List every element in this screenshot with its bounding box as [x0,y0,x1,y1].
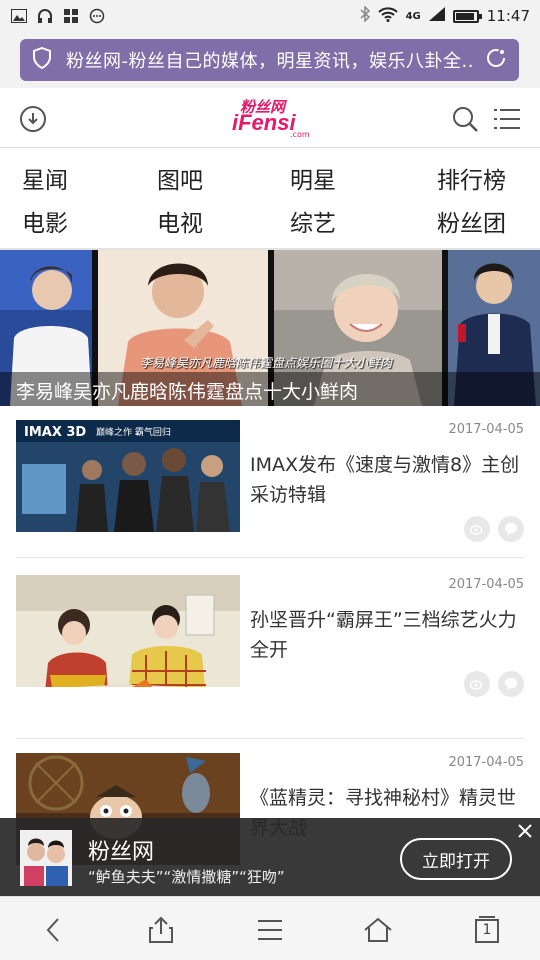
nav-item-tv[interactable]: 电视 [157,204,203,238]
article-date: 2017-04-05 [448,422,524,437]
nav-item-fanclub[interactable]: 粉丝团 [437,204,506,238]
article-date: 2017-04-05 [448,577,524,592]
article-thumbnail[interactable]: IMAX 3D 巅峰之作 霸气回归 [16,420,240,532]
share-icon[interactable] [144,913,178,947]
browser-url-area: 粉丝网-粉丝自己的媒体，明星资讯，娱乐八卦全... [0,32,540,88]
chat-notification-icon [88,8,106,24]
comment-icon[interactable] [498,671,524,697]
back-icon[interactable] [36,913,70,947]
close-icon[interactable] [516,822,534,840]
status-bar: 4G 11:47 [0,0,540,32]
search-icon[interactable] [452,106,478,136]
bluetooth-icon [360,5,370,26]
article-item[interactable]: IMAX 3D 巅峰之作 霸气回归 2017-04-05 IMAX发布《速度与激情… [16,420,524,560]
headline-carousel[interactable]: 李易峰吴亦凡鹿晗陈伟霆盘点娱乐圈十大小鲜肉 李易峰吴亦凡鹿晗陈伟霆盘点十大小鲜肉 [0,250,540,406]
carousel-caption[interactable]: 李易峰吴亦凡鹿晗陈伟霆盘点十大小鲜肉 [16,377,358,404]
browser-toolbar: 1 [0,896,540,960]
url-bar[interactable]: 粉丝网-粉丝自己的媒体，明星资讯，娱乐八卦全... [20,39,519,81]
open-app-button[interactable]: 立即打开 [400,838,512,880]
apps-grid-icon [62,8,80,24]
poster-tagline-text: 巅峰之作 霸气回归 [96,426,171,438]
article-title[interactable]: IMAX发布《速度与激情8》主创采访特辑 [250,450,524,510]
nav-item-movies[interactable]: 电影 [22,204,68,238]
weibo-share-icon[interactable] [464,671,490,697]
nav-item-stars[interactable]: 明星 [290,161,336,195]
nav-item-news[interactable]: 星闻 [22,161,68,195]
article-separator [16,738,524,739]
nav-item-gallery[interactable]: 图吧 [157,161,203,195]
tab-count: 1 [482,922,492,938]
home-icon[interactable] [361,913,395,947]
menu-icon[interactable] [494,108,520,134]
article-thumbnail[interactable] [16,575,240,687]
battery-icon [452,9,482,23]
headphones-icon [36,8,54,24]
app-download-banner[interactable]: 粉丝网 “鲈鱼夫夫”“激情撒糖”“狂吻” 立即打开 [0,818,540,896]
reload-icon[interactable] [485,47,507,73]
page-title: 粉丝网-粉丝自己的媒体，明星资讯，娱乐八卦全... [66,51,475,72]
nav-item-variety[interactable]: 综艺 [290,204,336,238]
poster-imax-text: IMAX 3D [24,425,86,440]
shield-icon [32,46,52,73]
logo-domain: .com [290,130,310,139]
carousel-overlay-caption: 李易峰吴亦凡鹿晗陈伟霆盘点娱乐圈十大小鲜肉 [140,356,393,370]
site-header: 粉丝网 iFensi .com [0,88,540,148]
banner-subtitle: “鲈鱼夫夫”“激情撒糖”“狂吻” [88,868,285,886]
gallery-notification-icon [10,8,28,24]
comment-icon[interactable] [498,516,524,542]
article-separator [16,557,524,558]
signal-icon [428,7,445,25]
article-date: 2017-04-05 [448,755,524,770]
download-icon[interactable] [20,106,46,132]
category-nav: 星闻 图吧 明星 排行榜 电影 电视 综艺 粉丝团 [0,149,540,249]
tabs-icon[interactable]: 1 [470,913,504,947]
network-type-label: 4G [405,10,421,22]
article-item[interactable]: 2017-04-05 孙坚晋升“霸屏王”三档综艺火力全开 [16,575,524,715]
clock: 11:47 [486,7,530,25]
site-logo[interactable]: 粉丝网 iFensi .com [232,96,312,142]
banner-title: 粉丝网 [88,840,155,865]
banner-thumbnail [20,830,72,886]
weibo-share-icon[interactable] [464,516,490,542]
article-title[interactable]: 孙坚晋升“霸屏王”三档综艺火力全开 [250,605,524,665]
menu-lines-icon[interactable] [253,913,287,947]
nav-item-ranking[interactable]: 排行榜 [437,161,506,195]
wifi-icon [377,6,398,26]
logo-en: iFensi [232,110,296,135]
